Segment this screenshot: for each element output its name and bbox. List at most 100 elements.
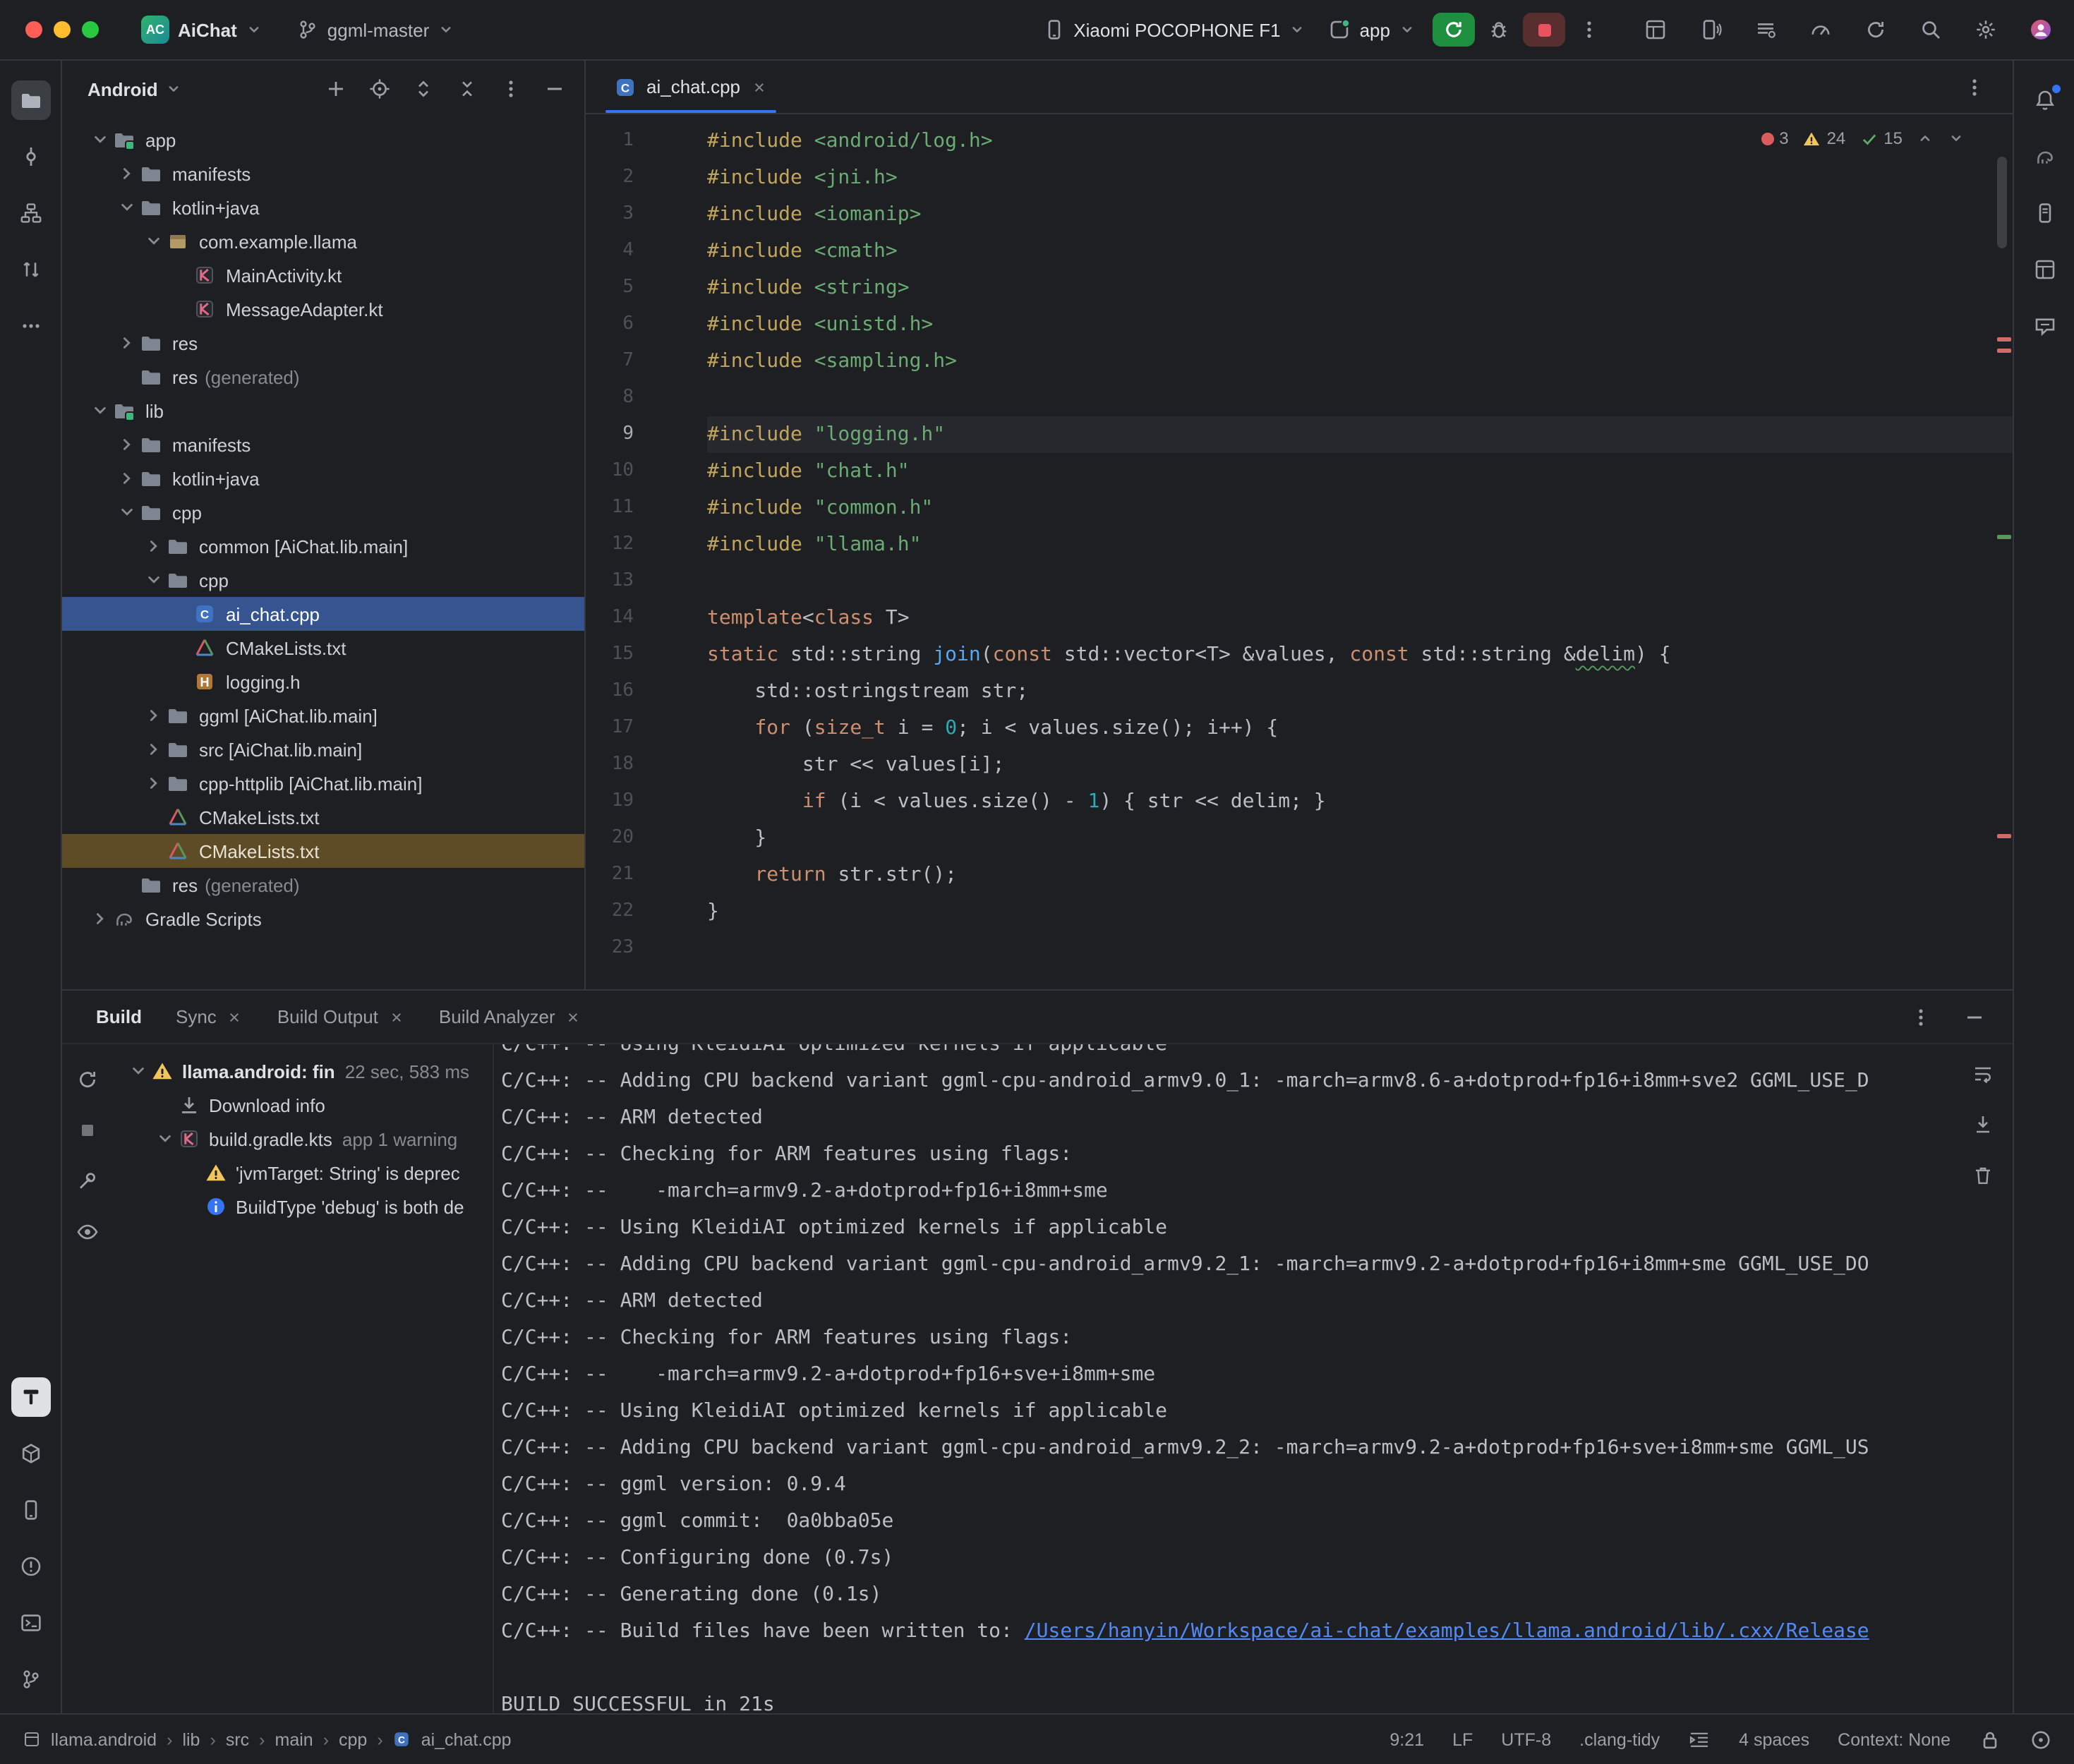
code-line-18[interactable]: 18 str << values[i]; bbox=[586, 747, 2013, 783]
add-icon[interactable] bbox=[320, 73, 351, 104]
stop-build-icon[interactable] bbox=[69, 1112, 106, 1149]
statusbar-line-ending[interactable]: LF bbox=[1452, 1729, 1473, 1749]
close-window-button[interactable] bbox=[25, 21, 42, 38]
expand-all-icon[interactable] bbox=[408, 73, 439, 104]
profile-avatar-icon[interactable] bbox=[2024, 13, 2058, 47]
error-stripe-mark[interactable] bbox=[1997, 349, 2011, 353]
project-tree-item-lib[interactable]: lib bbox=[62, 394, 584, 428]
build-tab-build[interactable]: Build bbox=[82, 991, 156, 1043]
project-tree-item-com-example-llama[interactable]: com.example.llama bbox=[62, 224, 584, 258]
code-line-22[interactable]: 22} bbox=[586, 893, 2013, 930]
project-tree-item-kotlin-java[interactable]: kotlin+java bbox=[62, 191, 584, 224]
breadcrumb-item-llama-android[interactable]: llama.android bbox=[51, 1729, 157, 1749]
build-console[interactable]: C/C++: -- Using KleidiAI optimized kerne… bbox=[494, 1044, 2013, 1713]
device-explorer-icon[interactable] bbox=[2025, 193, 2064, 233]
hide-panel-icon[interactable] bbox=[539, 73, 570, 104]
project-tree-item-ggml-aichat-lib-main[interactable]: ggml [AiChat.lib.main] bbox=[62, 699, 584, 732]
build-tab-build-output[interactable]: Build Output bbox=[263, 991, 419, 1043]
run-configuration-selector[interactable]: app bbox=[1318, 13, 1427, 47]
chevron-down-icon[interactable] bbox=[89, 130, 111, 150]
line-number[interactable]: 18 bbox=[586, 747, 634, 783]
project-tree-item-cmakelists-txt[interactable]: CMakeLists.txt bbox=[62, 800, 584, 834]
code-line-13[interactable]: 13 bbox=[586, 563, 2013, 600]
chevron-down-icon[interactable] bbox=[143, 570, 165, 590]
project-tree-item-logging-h[interactable]: Hlogging.h bbox=[62, 665, 584, 699]
device-manager-icon[interactable] bbox=[11, 1490, 50, 1530]
pull-requests-icon[interactable] bbox=[11, 250, 50, 289]
rerun-build-icon[interactable] bbox=[69, 1061, 106, 1098]
code-line-4[interactable]: 4#include <cmath> bbox=[586, 233, 2013, 270]
build-tree-item-jvmtarget-string-is-deprec[interactable]: 'jvmTarget: String' is deprec bbox=[113, 1156, 493, 1190]
breadcrumb-item-lib[interactable]: lib bbox=[182, 1729, 200, 1749]
project-tree-item-res[interactable]: res(generated) bbox=[62, 360, 584, 394]
more-run-actions-button[interactable] bbox=[1571, 11, 1608, 48]
close-tab-icon[interactable] bbox=[565, 1008, 582, 1025]
project-folder-icon[interactable] bbox=[11, 80, 50, 120]
rerun-app-button[interactable] bbox=[1433, 13, 1475, 47]
line-number[interactable]: 3 bbox=[586, 196, 634, 233]
code-line-14[interactable]: 14template<class T> bbox=[586, 600, 2013, 636]
code-line-23[interactable]: 23 bbox=[586, 930, 2013, 967]
code-line-15[interactable]: 15static std::string join(const std::vec… bbox=[586, 636, 2013, 673]
project-tree-item-cpp-httplib-aichat-lib-main[interactable]: cpp-httplib [AiChat.lib.main] bbox=[62, 766, 584, 800]
more-options-icon[interactable] bbox=[495, 73, 526, 104]
device-streaming-icon[interactable] bbox=[1694, 13, 1728, 47]
chevron-down-icon[interactable] bbox=[116, 502, 138, 522]
version-control-icon[interactable] bbox=[11, 1660, 50, 1699]
project-tree-item-manifests[interactable]: manifests bbox=[62, 428, 584, 461]
locate-file-icon[interactable] bbox=[364, 73, 395, 104]
statusbar-indent-size[interactable]: 4 spaces bbox=[1739, 1729, 1809, 1749]
project-tree-item-kotlin-java[interactable]: kotlin+java bbox=[62, 461, 584, 495]
project-tree-item-messageadapter-kt[interactable]: MessageAdapter.kt bbox=[62, 292, 584, 326]
project-tree-item-res[interactable]: res(generated) bbox=[62, 868, 584, 902]
logcat-icon[interactable] bbox=[1749, 13, 1783, 47]
line-number[interactable]: 4 bbox=[586, 233, 634, 270]
search-everywhere-icon[interactable] bbox=[1914, 13, 1948, 47]
breadcrumb-item-main[interactable]: main bbox=[275, 1729, 313, 1749]
more-tools-icon[interactable] bbox=[11, 306, 50, 346]
chevron-right-icon[interactable] bbox=[116, 435, 138, 454]
code-line-19[interactable]: 19 if (i < values.size() - 1) { str << d… bbox=[586, 783, 2013, 820]
chevron-right-icon[interactable] bbox=[116, 333, 138, 353]
line-number[interactable]: 6 bbox=[586, 306, 634, 343]
file-lock-icon[interactable] bbox=[1979, 1728, 2001, 1751]
breadcrumb-item-src[interactable]: src bbox=[226, 1729, 249, 1749]
previous-issue-icon[interactable] bbox=[1917, 130, 1934, 147]
line-number[interactable]: 1 bbox=[586, 123, 634, 159]
vcs-branch-selector[interactable]: ggml-master bbox=[285, 13, 466, 47]
chevron-down-icon[interactable] bbox=[116, 198, 138, 217]
stop-button[interactable] bbox=[1523, 13, 1565, 47]
error-stripe-mark[interactable] bbox=[1997, 834, 2011, 838]
code-line-12[interactable]: 12#include "llama.h" bbox=[586, 526, 2013, 563]
statusbar-resolve-context[interactable]: Context: None bbox=[1838, 1729, 1951, 1749]
next-issue-icon[interactable] bbox=[1948, 130, 1965, 147]
preview-icon[interactable] bbox=[69, 1214, 106, 1250]
project-tree-item-ai-chat-cpp[interactable]: Cai_chat.cpp bbox=[62, 597, 584, 631]
project-tree-item-cpp[interactable]: cpp bbox=[62, 563, 584, 597]
editor-options-icon[interactable] bbox=[1956, 68, 1993, 105]
editor-tab-ai-chat-cpp[interactable]: C ai_chat.cpp bbox=[600, 61, 781, 113]
collapse-all-icon[interactable] bbox=[452, 73, 483, 104]
minimize-window-button[interactable] bbox=[54, 21, 71, 38]
inspections-widget[interactable]: 3 24 15 bbox=[1752, 126, 1973, 151]
code-editor[interactable]: 1#include <android/log.h>2#include <jni.… bbox=[586, 114, 2013, 989]
build-tab-sync[interactable]: Sync bbox=[162, 991, 258, 1043]
chevron-right-icon[interactable] bbox=[143, 706, 165, 725]
indent-settings-icon[interactable] bbox=[1688, 1728, 1711, 1751]
code-line-17[interactable]: 17 for (size_t i = 0; i < values.size();… bbox=[586, 710, 2013, 747]
clear-all-icon[interactable] bbox=[1965, 1157, 2001, 1194]
project-tree-item-res[interactable]: res bbox=[62, 326, 584, 360]
error-stripe-mark[interactable] bbox=[1997, 535, 2011, 539]
project-tree-item-app[interactable]: app bbox=[62, 123, 584, 157]
line-number[interactable]: 14 bbox=[586, 600, 634, 636]
chevron-right-icon[interactable] bbox=[89, 909, 111, 929]
line-number[interactable]: 5 bbox=[586, 270, 634, 306]
statusbar-clang-tidy-profile[interactable]: .clang-tidy bbox=[1579, 1729, 1660, 1749]
chevron-right-icon[interactable] bbox=[116, 164, 138, 183]
code-line-21[interactable]: 21 return str.str(); bbox=[586, 857, 2013, 893]
structure-icon[interactable] bbox=[11, 193, 50, 233]
project-tree-item-common-aichat-lib-main[interactable]: common [AiChat.lib.main] bbox=[62, 529, 584, 563]
project-tree-item-mainactivity-kt[interactable]: MainActivity.kt bbox=[62, 258, 584, 292]
chevron-right-icon[interactable] bbox=[143, 773, 165, 793]
code-line-8[interactable]: 8 bbox=[586, 380, 2013, 416]
